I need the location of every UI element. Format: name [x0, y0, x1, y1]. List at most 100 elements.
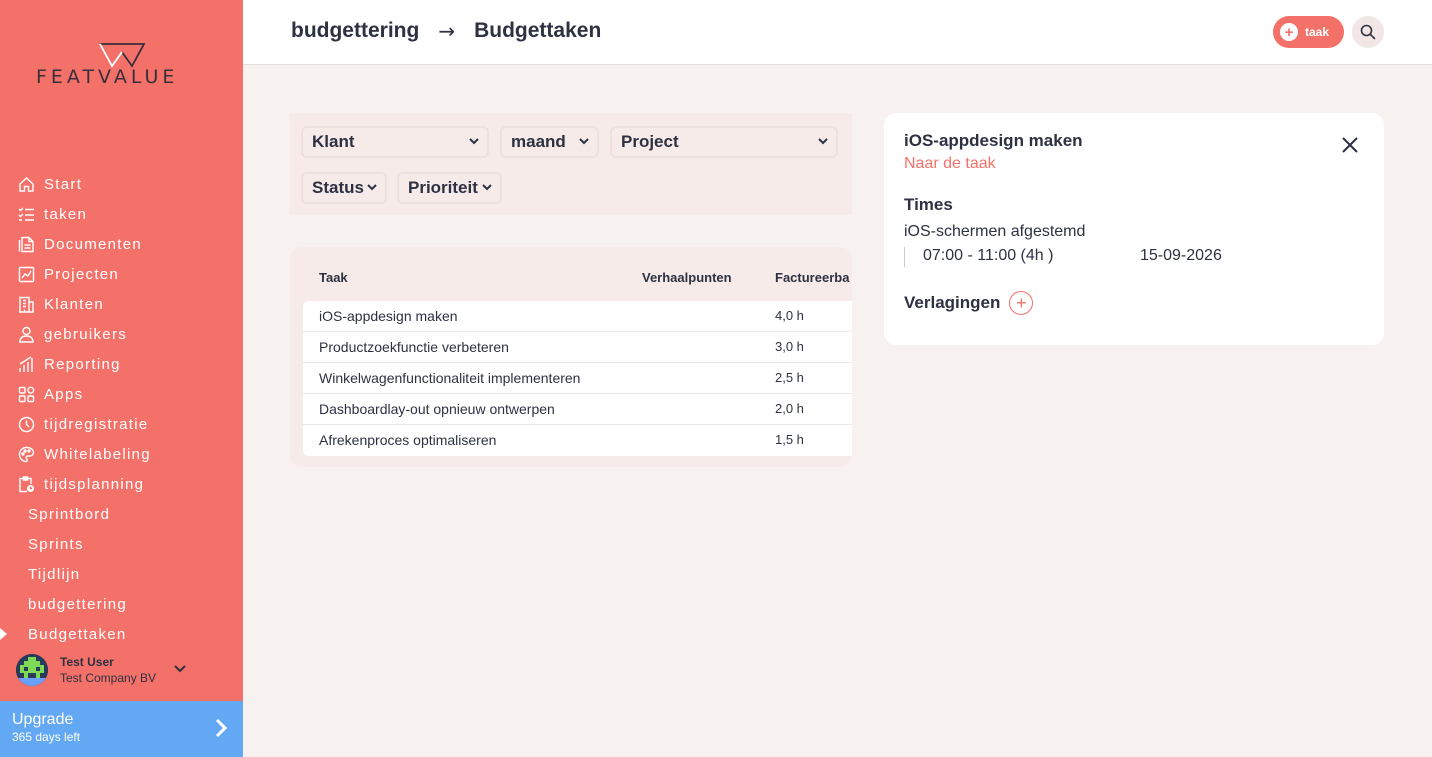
sidebar-item-label: Apps: [44, 385, 84, 403]
detail-title: iOS-appdesign maken: [904, 131, 1083, 150]
column-header-factureerbaar[interactable]: Factureerba: [775, 270, 849, 285]
filter-bar: Klant maand Project Status Prioriteit: [290, 113, 852, 215]
go-to-task-link[interactable]: Naar de taak: [904, 155, 996, 173]
verlagingen-heading: Verlagingen: [904, 293, 1001, 312]
chevron-down-icon: [579, 138, 589, 145]
billable-hours: 2,5 h: [775, 370, 804, 385]
plus-icon: +: [1280, 23, 1298, 41]
sidebar-item-label: tijdregistratie: [44, 415, 149, 433]
maand-select-value: maand: [511, 132, 566, 151]
user-info: Test User Test Company BV: [60, 654, 156, 686]
status-select-value: Status: [312, 178, 364, 197]
avatar: [16, 654, 48, 686]
sidebar-item-reporting[interactable]: Reporting: [0, 349, 243, 379]
sidebar-item-label: Reporting: [44, 355, 121, 373]
table-row[interactable]: Afrekenproces optimaliseren 1,5 h: [303, 425, 852, 456]
time-entry[interactable]: 07:00 - 11:00 (4h ) 15-09-2026: [904, 247, 1234, 267]
sidebar-item-label: Projecten: [44, 265, 120, 283]
task-name: Productzoekfunctie verbeteren: [319, 339, 509, 355]
sidebar-item-projecten[interactable]: Projecten: [0, 259, 243, 289]
task-name: Afrekenproces optimaliseren: [319, 432, 497, 448]
page-title: Budgettaken: [474, 19, 602, 42]
sidebar-item-budgettering[interactable]: budgettering: [0, 589, 243, 619]
sidebar-item-start[interactable]: Start: [0, 169, 243, 199]
logo-mark-icon: [99, 43, 146, 68]
time-entry-range: 07:00 - 11:00 (4h ): [923, 247, 1054, 264]
task-name: iOS-appdesign maken: [319, 308, 458, 324]
user-name: Test User: [60, 655, 114, 669]
sidebar-item-budgettaken[interactable]: Budgettaken: [0, 619, 243, 649]
chevron-down-icon: [367, 184, 377, 191]
sidebar-item-whitelabeling[interactable]: Whitelabeling: [0, 439, 243, 469]
upgrade-days-left: 365 days left: [12, 730, 81, 744]
logo[interactable]: FEATVALUE: [36, 40, 211, 90]
time-entry-title: iOS-schermen afgestemd: [904, 223, 1086, 240]
table-row[interactable]: Winkelwagenfunctionaliteit implementeren…: [303, 363, 852, 394]
table-row[interactable]: Dashboardlay-out opnieuw ontwerpen 2,0 h: [303, 394, 852, 425]
user-icon: [17, 325, 35, 343]
maand-select[interactable]: maand: [500, 126, 599, 158]
project-select[interactable]: Project: [610, 126, 838, 158]
sidebar-item-klanten[interactable]: Klanten: [0, 289, 243, 319]
timer-icon: [17, 415, 35, 433]
sidebar-item-tijdregistratie[interactable]: tijdregistratie: [0, 409, 243, 439]
project-select-value: Project: [621, 132, 679, 151]
table-row[interactable]: Productzoekfunctie verbeteren 3,0 h: [303, 332, 852, 363]
breadcrumb: budgettering → Budgettaken: [291, 19, 601, 43]
billable-hours: 4,0 h: [775, 308, 804, 323]
column-header-verhaalpunten[interactable]: Verhaalpunten: [642, 270, 732, 285]
search-icon: [1360, 24, 1376, 40]
sidebar: FEATVALUE Start taken Documenten Project…: [0, 0, 243, 757]
time-entry-date: 15-09-2026: [1140, 247, 1222, 264]
sidebar-item-label: taken: [44, 205, 88, 223]
sidebar-item-label: gebruikers: [44, 325, 128, 343]
add-task-label: taak: [1305, 25, 1330, 39]
sidebar-item-sprints[interactable]: Sprints: [0, 529, 243, 559]
sidebar-item-label: Sprints: [28, 535, 84, 553]
budget-tasks-table: Taak Verhaalpunten Factureerba iOS-appde…: [290, 247, 852, 467]
sidebar-item-label: Tijdlijn: [28, 565, 81, 583]
sidebar-item-label: Budgettaken: [28, 625, 127, 643]
apps-icon: [17, 385, 35, 403]
add-verlaging-button[interactable]: +: [1009, 291, 1034, 315]
close-icon[interactable]: [1340, 135, 1360, 155]
document-icon: [17, 235, 35, 253]
user-menu[interactable]: Test User Test Company BV: [16, 652, 236, 688]
klant-select-value: Klant: [312, 132, 355, 151]
verlagingen-section: Verlagingen +: [904, 291, 1034, 315]
sidebar-item-label: Whitelabeling: [44, 445, 151, 463]
add-task-button[interactable]: + taak: [1273, 16, 1344, 48]
chevron-down-icon[interactable]: [174, 660, 186, 678]
sidebar-item-apps[interactable]: Apps: [0, 379, 243, 409]
klant-select[interactable]: Klant: [301, 126, 489, 158]
sidebar-item-label: Sprintbord: [28, 505, 111, 523]
breadcrumb-parent[interactable]: budgettering: [291, 19, 419, 43]
prioriteit-select[interactable]: Prioriteit: [397, 172, 502, 204]
task-name: Winkelwagenfunctionaliteit implementeren: [319, 370, 581, 386]
sidebar-item-label: tijdsplanning: [44, 475, 145, 493]
chart-icon: [17, 265, 35, 283]
table-row[interactable]: iOS-appdesign maken 4,0 h: [303, 301, 852, 332]
status-select[interactable]: Status: [301, 172, 387, 204]
prioriteit-select-value: Prioriteit: [408, 178, 478, 197]
times-heading: Times: [904, 195, 953, 214]
sidebar-item-sprintbord[interactable]: Sprintbord: [0, 499, 243, 529]
building-icon: [17, 295, 35, 313]
sidebar-item-tijdlijn[interactable]: Tijdlijn: [0, 559, 243, 589]
logo-text: FEATVALUE: [36, 66, 179, 88]
chevron-down-icon: [482, 184, 492, 191]
upgrade-banner[interactable]: Upgrade 365 days left: [0, 701, 243, 757]
sidebar-item-label: Start: [44, 175, 83, 193]
checklist-icon: [17, 205, 35, 223]
sidebar-item-taken[interactable]: taken: [0, 199, 243, 229]
billable-hours: 3,0 h: [775, 339, 804, 354]
chevron-down-icon: [469, 138, 479, 145]
sidebar-item-label: Documenten: [44, 235, 143, 253]
sidebar-item-label: budgettering: [28, 595, 128, 613]
sidebar-item-documenten[interactable]: Documenten: [0, 229, 243, 259]
search-button[interactable]: [1352, 16, 1384, 48]
sidebar-item-gebruikers[interactable]: gebruikers: [0, 319, 243, 349]
column-header-taak[interactable]: Taak: [319, 270, 348, 285]
chevron-right-icon: [215, 718, 228, 743]
sidebar-item-tijdsplanning[interactable]: tijdsplanning: [0, 469, 243, 499]
